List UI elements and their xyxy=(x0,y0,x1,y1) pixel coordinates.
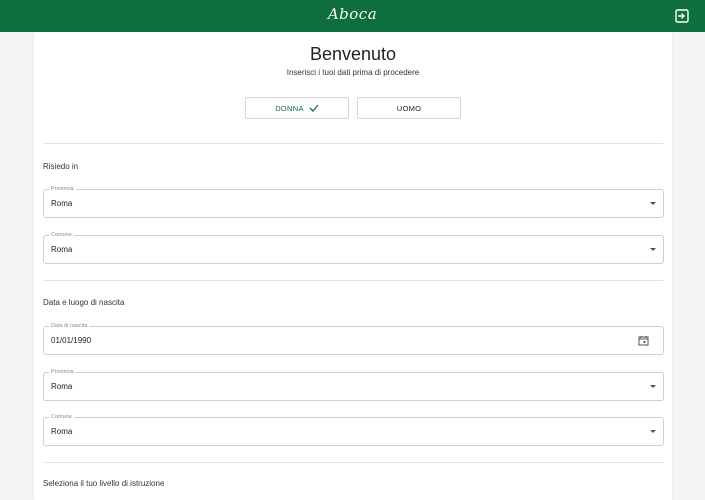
birth-provincia-label: Provincia xyxy=(49,369,76,375)
residence-provincia-select[interactable]: Provincia Roma xyxy=(43,186,664,218)
dropdown-arrow-icon xyxy=(650,248,656,251)
residence-provincia-label: Provincia xyxy=(49,186,76,192)
divider xyxy=(43,280,663,281)
page-subtitle: Inserisci i tuoi dati prima di procedere xyxy=(286,68,420,77)
divider xyxy=(43,462,663,463)
residence-provincia-value: Roma xyxy=(51,199,73,208)
dropdown-arrow-icon xyxy=(650,385,656,388)
dropdown-arrow-icon xyxy=(650,202,656,205)
checkmark-icon xyxy=(309,104,319,112)
divider xyxy=(43,143,663,144)
birth-date-value: 01/01/1990 xyxy=(51,336,92,345)
residence-comune-label: Comune xyxy=(49,232,74,238)
page-title: Benvenuto xyxy=(309,44,397,64)
profile-form-card: Benvenuto Inserisci i tuoi dati prima di… xyxy=(34,32,672,500)
gender-female-label: DONNA xyxy=(275,103,304,113)
gender-female-button[interactable]: DONNA xyxy=(245,97,349,119)
top-bar: Aboca xyxy=(0,0,705,32)
birth-section-title: Data e luogo di nascita xyxy=(43,298,125,307)
birth-provincia-select[interactable]: Provincia Roma xyxy=(43,369,664,401)
gender-male-label: UOMO xyxy=(396,103,422,113)
education-section-title: Seleziona il tuo livello di istruzione xyxy=(43,479,165,488)
aboca-logo: Aboca xyxy=(327,5,378,23)
dropdown-arrow-icon xyxy=(650,430,656,433)
birth-comune-select[interactable]: Comune Roma xyxy=(43,414,664,446)
gender-male-button[interactable]: UOMO xyxy=(357,97,461,119)
calendar-icon[interactable] xyxy=(638,335,649,346)
residence-comune-select[interactable]: Comune Roma xyxy=(43,232,664,264)
birth-comune-value: Roma xyxy=(51,427,73,436)
residence-section-title: Risiedo in xyxy=(43,162,79,171)
birth-date-input[interactable]: Data di nascita 01/01/1990 xyxy=(43,323,664,355)
birth-provincia-value: Roma xyxy=(51,382,73,391)
birth-comune-label: Comune xyxy=(49,414,74,420)
logout-icon[interactable] xyxy=(675,9,689,23)
residence-comune-value: Roma xyxy=(51,245,73,254)
birth-date-label: Data di nascita xyxy=(49,323,90,329)
